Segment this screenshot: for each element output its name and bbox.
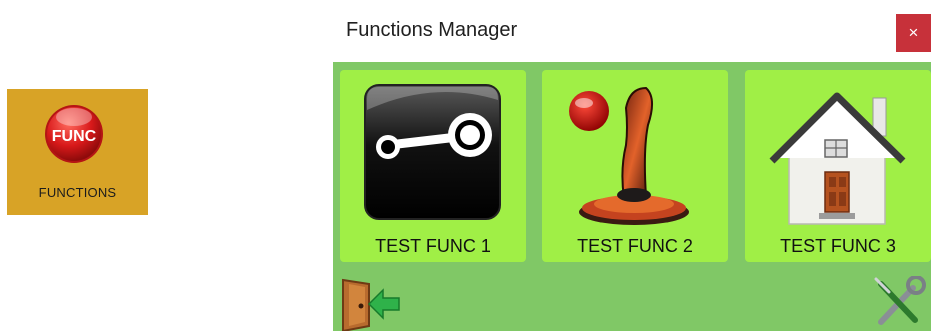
function-tile-1[interactable]: TEST FUNC 1: [340, 70, 526, 262]
joystick-icon: [569, 86, 689, 225]
function-tile-2[interactable]: TEST FUNC 2: [542, 70, 728, 262]
steam-icon: [364, 84, 501, 220]
function-label-1: TEST FUNC 1: [375, 236, 491, 256]
function-label-2: TEST FUNC 2: [577, 236, 693, 256]
functions-panel: TEST FUNC 1 TEST FUNC 2 TEST FUNC 3: [333, 62, 931, 331]
exit-door-icon[interactable]: [339, 274, 401, 331]
func-orb-icon: FUNC: [45, 105, 103, 163]
house-icon: [769, 92, 906, 225]
tools-icon[interactable]: [873, 276, 927, 328]
close-button[interactable]: ×: [896, 14, 931, 52]
window-title: Functions Manager: [346, 19, 518, 41]
functions-desktop-shortcut[interactable]: FUNC FUNCTIONS: [7, 89, 148, 215]
desktop-shortcut-label: FUNCTIONS: [38, 185, 117, 200]
func-orb-text: FUNC: [52, 128, 97, 145]
function-label-3: TEST FUNC 3: [780, 236, 896, 256]
functions-manager-window: Functions Manager × TEST FUNC 1 TEST FUN…: [333, 0, 931, 331]
title-bar: Functions Manager ×: [333, 0, 931, 62]
function-tile-3[interactable]: TEST FUNC 3: [745, 70, 931, 262]
